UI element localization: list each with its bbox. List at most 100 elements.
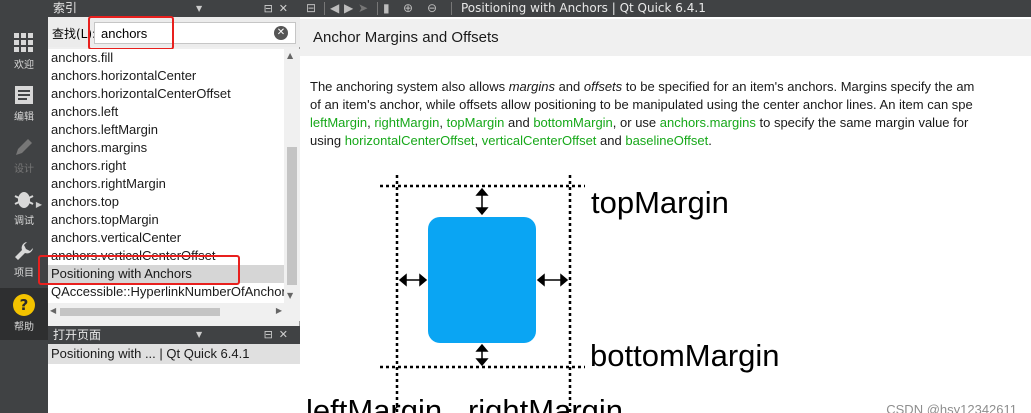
index-panel-title[interactable]: 索引 xyxy=(53,1,77,15)
margins-diagram: topMargin bottomMargin leftMargin rightM… xyxy=(300,167,1031,413)
globe-icon[interactable]: ⊕ xyxy=(403,1,413,15)
index-list-item[interactable]: anchors.horizontalCenterOffset xyxy=(48,85,284,103)
wrench-icon xyxy=(13,240,35,262)
help-icon: ? xyxy=(13,294,35,316)
close-icon[interactable]: ✕ xyxy=(279,2,294,15)
text: and xyxy=(504,115,534,130)
text: , or use xyxy=(612,115,660,130)
index-list-item[interactable]: anchors.right xyxy=(48,157,284,175)
section-heading-bar: Anchor Margins and Offsets xyxy=(300,19,1031,56)
help-toolbar: ⊟ ◀ ▶ ➤ ▮ ⊕ ⊖ Positioning with Anchors |… xyxy=(300,0,1031,17)
link-verticalcenteroffset[interactable]: verticalCenterOffset xyxy=(482,133,597,148)
text: The anchoring system also allows xyxy=(310,79,509,94)
index-list-item[interactable]: anchors.left xyxy=(48,103,284,121)
expand-arrow-icon[interactable]: ▶ xyxy=(36,200,42,209)
toolbar-separator xyxy=(451,2,452,15)
find-row: 查找(L): ✕ xyxy=(48,17,300,47)
index-list-item[interactable]: anchors.fill xyxy=(48,49,284,67)
mode-label: 帮助 xyxy=(14,322,34,333)
panel-header-icons: ⊟✕ xyxy=(264,0,294,17)
index-panel-header: 索引 ▼ ⊟✕ xyxy=(48,0,300,17)
body-paragraph: The anchoring system also allows margins… xyxy=(310,78,1031,150)
link-rightmargin[interactable]: rightMargin xyxy=(374,115,439,130)
grid-icon xyxy=(13,32,35,54)
left-right-margin-label: leftMargin rightMargin xyxy=(306,393,624,413)
mode-welcome[interactable]: 欢迎 xyxy=(0,24,48,76)
mode-label: 设计 xyxy=(14,164,34,175)
text: of an item's anchor, while offsets allow… xyxy=(310,97,973,112)
open-pages-list: Positioning with ... | Qt Quick 6.4.1 xyxy=(48,344,300,413)
scroll-thumb[interactable] xyxy=(287,147,297,285)
text: , xyxy=(439,115,447,130)
link-horizontalcenteroffset[interactable]: horizontalCenterOffset xyxy=(345,133,475,148)
help-document: Anchor Margins and Offsets The anchoring… xyxy=(300,17,1031,413)
index-list-item[interactable]: anchors.top xyxy=(48,193,284,211)
split-icon[interactable]: ⊟ xyxy=(264,328,279,341)
mode-label: 编辑 xyxy=(14,112,34,123)
mode-design[interactable]: 设计 xyxy=(0,128,48,180)
index-list-item[interactable]: anchors.rightMargin xyxy=(48,175,284,193)
link-anchors-margins[interactable]: anchors.margins xyxy=(660,115,756,130)
open-pages-title[interactable]: 打开页面 xyxy=(53,328,101,342)
mode-help[interactable]: ? 帮助 xyxy=(0,288,48,340)
index-list-item[interactable]: anchors.leftMargin xyxy=(48,121,284,139)
arrow-icon[interactable]: ➤ xyxy=(358,1,368,15)
index-list-item[interactable]: anchors.horizontalCenter xyxy=(48,67,284,85)
text-emphasis: margins xyxy=(508,79,555,94)
index-list-item[interactable]: anchors.topMargin xyxy=(48,211,284,229)
link-icon[interactable]: ⊖ xyxy=(427,1,437,15)
open-page-item[interactable]: Positioning with ... | Qt Quick 6.4.1 xyxy=(48,344,300,364)
document-icon xyxy=(13,84,35,106)
index-list-item[interactable]: anchors.margins xyxy=(48,139,284,157)
scroll-down-icon[interactable]: ▼ xyxy=(287,291,293,300)
panel-header-icons: ⊟✕ xyxy=(264,326,294,344)
mode-debug[interactable]: ▶ 调试 xyxy=(0,180,48,232)
open-pages-header: 打开页面 ▼ ⊟✕ xyxy=(48,326,300,344)
link-baselineoffset[interactable]: baselineOffset xyxy=(625,133,708,148)
document-title: Positioning with Anchors | Qt Quick 6.4.… xyxy=(461,1,706,15)
index-list-item[interactable]: QAccessible::HyperlinkNumberOfAnchors xyxy=(48,283,284,301)
scroll-right-icon[interactable]: ▶ xyxy=(276,306,282,315)
toolbar-separator xyxy=(377,2,378,15)
text-emphasis: offsets xyxy=(583,79,623,94)
section-heading: Anchor Margins and Offsets xyxy=(313,29,499,46)
text: and xyxy=(596,133,626,148)
mode-edit[interactable]: 编辑 xyxy=(0,76,48,128)
panel-dropdown-icon[interactable]: ▼ xyxy=(196,0,202,17)
link-topmargin[interactable]: topMargin xyxy=(447,115,505,130)
forward-icon[interactable]: ▶ xyxy=(344,1,353,15)
split-icon[interactable]: ⊟ xyxy=(306,1,316,15)
close-icon[interactable]: ✕ xyxy=(279,328,294,341)
anchored-item-box xyxy=(428,217,536,343)
watermark: CSDN @hsy12342611 xyxy=(886,402,1017,413)
index-horizontal-scrollbar[interactable]: ◀ ▶ xyxy=(48,303,300,321)
highlight-selected-box xyxy=(38,255,240,285)
link-leftmargin[interactable]: leftMargin xyxy=(310,115,367,130)
back-icon[interactable]: ◀ xyxy=(330,1,339,15)
toolbar-separator xyxy=(324,2,325,15)
index-list-item[interactable]: anchors.verticalCenter xyxy=(48,229,284,247)
text: to specify the same margin value for xyxy=(755,115,969,130)
top-margin-label: topMargin xyxy=(591,185,729,220)
text: to be specified for an item's anchors. M… xyxy=(622,79,975,94)
clear-search-icon[interactable]: ✕ xyxy=(274,26,288,40)
mode-bar: 欢迎 编辑 设计 ▶ 调试 项目 ? 帮助 xyxy=(0,0,48,413)
help-sidebar: 索引 ▼ ⊟✕ 查找(L): ✕ anchors.fill anchors.ho… xyxy=(38,0,300,413)
link-bottommargin[interactable]: bottomMargin xyxy=(533,115,612,130)
index-vertical-scrollbar[interactable]: ▲ ▼ xyxy=(284,49,300,303)
text: , xyxy=(474,133,482,148)
bookmark-icon[interactable]: ▮ xyxy=(383,1,390,15)
pen-icon xyxy=(13,136,35,158)
bottom-margin-label: bottomMargin xyxy=(590,338,780,373)
mode-label: 欢迎 xyxy=(14,60,34,71)
scroll-left-icon[interactable]: ◀ xyxy=(50,306,56,315)
text: . xyxy=(708,133,712,148)
bug-icon xyxy=(13,188,35,210)
mode-label: 调试 xyxy=(14,216,34,227)
split-icon[interactable]: ⊟ xyxy=(264,2,279,15)
text: using xyxy=(310,133,345,148)
scroll-thumb[interactable] xyxy=(60,308,220,316)
scroll-up-icon[interactable]: ▲ xyxy=(287,51,293,60)
panel-dropdown-icon[interactable]: ▼ xyxy=(196,326,202,344)
text: and xyxy=(554,79,584,94)
